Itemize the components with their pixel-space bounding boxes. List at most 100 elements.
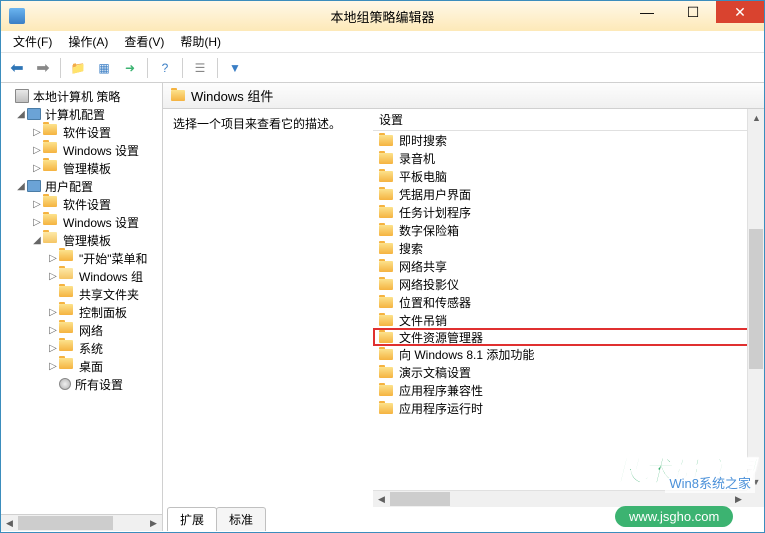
setting-item[interactable]: 凭据用户界面 — [373, 185, 764, 203]
scrollbar-left-arrow[interactable]: ◀ — [373, 491, 390, 507]
tree-scrollbar-horizontal[interactable]: ◀ ▶ — [1, 514, 162, 531]
tree-windows-settings[interactable]: ▷Windows 设置 — [1, 141, 162, 159]
detail-description-panel: 选择一个项目来查看它的描述。 — [163, 109, 373, 507]
scrollbar-down-arrow[interactable]: ▼ — [748, 473, 764, 490]
tree-label: 管理模板 — [63, 160, 111, 177]
setting-item[interactable]: 网络共享 — [373, 257, 764, 275]
menu-action[interactable]: 操作(A) — [60, 31, 116, 52]
setting-item[interactable]: 任务计划程序 — [373, 203, 764, 221]
forward-button[interactable]: ➡ — [31, 56, 55, 80]
folder-icon — [379, 279, 393, 290]
folder-icon — [59, 358, 73, 369]
folder-icon — [59, 322, 73, 333]
tree-root[interactable]: 本地计算机 策略 — [1, 87, 162, 105]
tree-user-config[interactable]: ◢用户配置 — [1, 177, 162, 195]
scrollbar-track[interactable] — [390, 491, 730, 507]
tree-windows-settings-user[interactable]: ▷Windows 设置 — [1, 213, 162, 231]
menu-view[interactable]: 查看(V) — [116, 31, 172, 52]
close-button[interactable]: ✕ — [716, 1, 764, 23]
scrollbar-up-arrow[interactable]: ▲ — [748, 109, 765, 126]
up-button[interactable]: 📁 — [66, 56, 90, 80]
tree-all-settings[interactable]: 所有设置 — [1, 375, 162, 393]
folder-icon — [379, 403, 393, 414]
folder-icon — [59, 286, 73, 297]
tree-shared-folders[interactable]: 共享文件夹 — [1, 285, 162, 303]
tree-admin-templates[interactable]: ▷管理模板 — [1, 159, 162, 177]
tab-standard[interactable]: 标准 — [216, 507, 266, 531]
tree-windows-components[interactable]: ▷Windows 组 — [1, 267, 162, 285]
back-button[interactable]: ⬅ — [5, 56, 29, 80]
tree-panel: 本地计算机 策略 ◢计算机配置 ▷软件设置 ▷Windows 设置 ▷管理模板 … — [1, 83, 163, 531]
show-hide-tree-button[interactable]: ▦ — [92, 56, 116, 80]
menu-file[interactable]: 文件(F) — [5, 31, 60, 52]
tree-software-settings-user[interactable]: ▷软件设置 — [1, 195, 162, 213]
tree-start-menu[interactable]: ▷"开始"菜单和 — [1, 249, 162, 267]
setting-item[interactable]: 网络投影仪 — [373, 275, 764, 293]
scrollbar-right-arrow[interactable]: ▶ — [730, 491, 747, 507]
scrollbar-thumb[interactable] — [749, 229, 763, 369]
setting-item[interactable]: 搜索 — [373, 239, 764, 257]
tree-computer-config[interactable]: ◢计算机配置 — [1, 105, 162, 123]
setting-item[interactable]: 应用程序兼容性 — [373, 381, 764, 399]
setting-item[interactable]: 向 Windows 8.1 添加功能 — [373, 345, 764, 363]
folder-icon — [379, 349, 393, 360]
properties-button[interactable]: ☰ — [188, 56, 212, 80]
setting-label: 文件资源管理器 — [399, 329, 483, 346]
menu-help[interactable]: 帮助(H) — [172, 31, 229, 52]
setting-label: 即时搜索 — [399, 132, 447, 149]
toolbar-separator — [217, 58, 218, 78]
setting-label: 应用程序兼容性 — [399, 382, 483, 399]
tree-control-panel[interactable]: ▷控制面板 — [1, 303, 162, 321]
tree-label: 计算机配置 — [45, 106, 105, 123]
detail-scrollbar-vertical[interactable]: ▲ ▼ — [747, 109, 764, 490]
folder-open-icon — [43, 232, 57, 243]
setting-label: 凭据用户界面 — [399, 186, 471, 203]
scrollbar-track[interactable] — [18, 515, 145, 531]
setting-label: 演示文稿设置 — [399, 364, 471, 381]
tree-system[interactable]: ▷系统 — [1, 339, 162, 357]
export-button[interactable]: ➜ — [118, 56, 142, 80]
scrollbar-right-arrow[interactable]: ▶ — [145, 515, 162, 531]
setting-label: 数字保险箱 — [399, 222, 459, 239]
folder-icon — [379, 261, 393, 272]
tree-label: 系统 — [79, 340, 103, 357]
tree-label: 共享文件夹 — [79, 286, 139, 303]
tree-label: Windows 组 — [79, 268, 143, 285]
detail-scrollbar-horizontal[interactable]: ◀ ▶ — [373, 490, 747, 507]
setting-item[interactable]: 应用程序运行时 — [373, 399, 764, 417]
scrollbar-thumb[interactable] — [390, 492, 450, 506]
setting-item[interactable]: 文件吊销 — [373, 311, 764, 329]
policy-icon — [15, 89, 29, 103]
tree-label: Windows 设置 — [63, 214, 139, 231]
detail-list-panel: 设置 即时搜索录音机平板电脑凭据用户界面任务计划程序数字保险箱搜索网络共享网络投… — [373, 109, 764, 507]
setting-item[interactable]: 数字保险箱 — [373, 221, 764, 239]
setting-item[interactable]: 平板电脑 — [373, 167, 764, 185]
setting-label: 网络投影仪 — [399, 276, 459, 293]
setting-item[interactable]: 演示文稿设置 — [373, 363, 764, 381]
folder-icon — [43, 214, 57, 225]
folder-open-icon — [59, 268, 73, 279]
tree-admin-templates-user[interactable]: ◢管理模板 — [1, 231, 162, 249]
minimize-button[interactable]: — — [624, 1, 670, 23]
setting-label: 文件吊销 — [399, 312, 447, 329]
column-header-settings[interactable]: 设置 — [373, 109, 764, 131]
filter-button[interactable]: ▼ — [223, 56, 247, 80]
scrollbar-left-arrow[interactable]: ◀ — [1, 515, 18, 531]
tab-extended[interactable]: 扩展 — [167, 507, 217, 531]
window-controls: — ☐ ✕ — [624, 1, 764, 23]
tree-software-settings[interactable]: ▷软件设置 — [1, 123, 162, 141]
scrollbar-thumb[interactable] — [18, 516, 113, 530]
setting-label: 搜索 — [399, 240, 423, 257]
detail-tabs: 扩展 标准 — [163, 507, 764, 531]
tree-desktop[interactable]: ▷桌面 — [1, 357, 162, 375]
setting-item[interactable]: 文件资源管理器 — [373, 328, 764, 346]
maximize-button[interactable]: ☐ — [670, 1, 716, 23]
tree-network[interactable]: ▷网络 — [1, 321, 162, 339]
setting-label: 任务计划程序 — [399, 204, 471, 221]
setting-item[interactable]: 位置和传感器 — [373, 293, 764, 311]
setting-item[interactable]: 录音机 — [373, 149, 764, 167]
help-button[interactable]: ? — [153, 56, 177, 80]
setting-item[interactable]: 即时搜索 — [373, 131, 764, 149]
window-title: 本地组策略编辑器 — [330, 7, 434, 26]
folder-icon — [379, 207, 393, 218]
